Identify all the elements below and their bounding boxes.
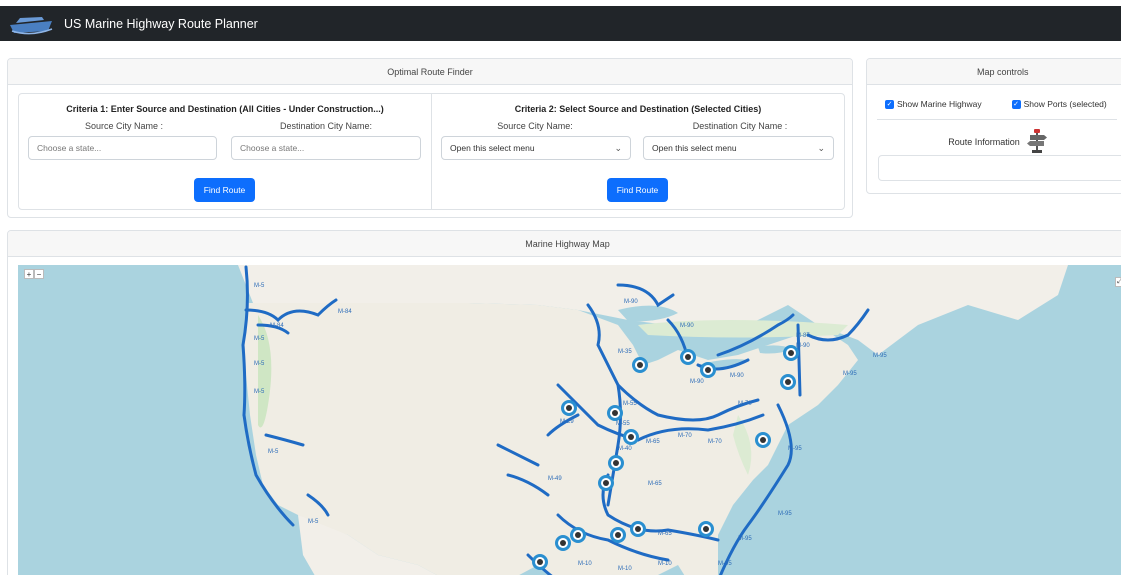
map-controls-card: Map controls ✓ Show Marine Highway ✓ Sho…	[866, 58, 1121, 194]
zoom-controls: + −	[24, 269, 44, 279]
route-label: M-5	[254, 283, 265, 289]
route-finder-header: Optimal Route Finder	[8, 59, 852, 85]
marine-highway-map-card: Marine Highway Map + − ⤢	[7, 230, 1121, 575]
route-label: M-95	[843, 371, 857, 377]
port-marker-icon[interactable]	[610, 527, 626, 543]
route-label: M-55	[623, 401, 637, 407]
port-marker-icon[interactable]	[555, 535, 571, 551]
navbar-bar: US Marine Highway Route Planner	[0, 6, 1121, 41]
route-label: M-90	[730, 373, 744, 379]
criteria2-find-route-button[interactable]: Find Route	[607, 178, 668, 202]
chevron-down-icon: ⌄	[817, 142, 825, 153]
route-label: M-90	[680, 323, 694, 329]
route-label: M-5	[254, 336, 265, 342]
zoom-in-button[interactable]: +	[24, 269, 34, 279]
show-ports-label: Show Ports (selected)	[1023, 99, 1107, 109]
route-finder-card: Optimal Route Finder Criteria 1: Enter S…	[7, 58, 853, 218]
route-information-output[interactable]	[878, 155, 1121, 181]
port-marker-icon[interactable]	[780, 374, 796, 390]
port-marker-icon[interactable]	[700, 362, 716, 378]
top-navbar: US Marine Highway Route Planner	[0, 0, 1121, 43]
route-label: M-90	[796, 343, 810, 349]
criteria2-dest-select[interactable]: Open this select menu ⌄	[643, 136, 834, 160]
port-marker-icon[interactable]	[532, 554, 548, 570]
criteria1-dest-input[interactable]: Choose a state...	[231, 136, 421, 160]
app-title[interactable]: US Marine Highway Route Planner	[64, 17, 258, 31]
route-label: M-70	[678, 433, 692, 439]
route-label: M-90	[624, 299, 638, 305]
route-label: M-84	[338, 309, 352, 315]
criteria1-source-label: Source City Name :	[84, 121, 164, 131]
criteria1-dest-label: Destination City Name:	[279, 121, 373, 131]
map-canvas[interactable]: + − ⤢	[18, 265, 1121, 575]
map-controls-header: Map controls	[867, 59, 1121, 85]
route-label: M-70	[708, 439, 722, 445]
port-marker-icon[interactable]	[680, 349, 696, 365]
route-label: M-55	[616, 421, 630, 427]
route-label: M-10	[658, 561, 672, 567]
show-marine-highway-toggle[interactable]: ✓ Show Marine Highway	[885, 99, 982, 109]
route-label: M-40	[618, 446, 632, 452]
route-label: M-49	[548, 476, 562, 482]
map-controls-toggles: ✓ Show Marine Highway ✓ Show Ports (sele…	[885, 97, 1121, 111]
port-marker-icon[interactable]	[598, 475, 614, 491]
criteria2-panel: Criteria 2: Select Source and Destinatio…	[431, 93, 845, 210]
route-label: M-65	[646, 439, 660, 445]
ship-logo-icon[interactable]	[8, 9, 54, 39]
route-information: Route Information	[867, 129, 1121, 155]
route-label: M-87	[796, 333, 810, 339]
port-marker-icon[interactable]	[561, 400, 577, 416]
zoom-out-button[interactable]: −	[34, 269, 44, 279]
checkbox-checked-icon[interactable]: ✓	[1011, 99, 1021, 109]
criteria1-find-route-button[interactable]: Find Route	[194, 178, 255, 202]
criteria1-panel: Criteria 1: Enter Source and Destination…	[18, 93, 432, 210]
criteria2-title: Criteria 2: Select Source and Destinatio…	[514, 104, 762, 114]
port-marker-icon[interactable]	[608, 455, 624, 471]
route-label: M-84	[270, 323, 284, 329]
criteria2-dest-select-value: Open this select menu	[652, 143, 737, 153]
port-marker-icon[interactable]	[607, 405, 623, 421]
route-label: M-10	[578, 561, 592, 567]
port-marker-icon[interactable]	[632, 357, 648, 373]
show-marine-highway-label: Show Marine Highway	[897, 99, 982, 109]
port-marker-icon[interactable]	[698, 521, 714, 537]
divider	[877, 119, 1117, 120]
signpost-icon	[1026, 129, 1048, 155]
route-label: M-65	[658, 531, 672, 537]
route-label: M-70	[738, 401, 752, 407]
criteria2-source-select-value: Open this select menu	[450, 143, 535, 153]
criteria1-title: Criteria 1: Enter Source and Destination…	[66, 104, 384, 114]
fullscreen-icon[interactable]: ⤢	[1115, 277, 1121, 287]
route-label: M-5	[254, 361, 265, 367]
route-label: M-95	[873, 353, 887, 359]
route-label: M-95	[718, 561, 732, 567]
port-marker-icon[interactable]	[623, 429, 639, 445]
route-information-label: Route Information	[948, 137, 1020, 147]
route-label: M-65	[648, 481, 662, 487]
route-label: M-35	[618, 349, 632, 355]
criteria2-source-label: Source City Name:	[497, 121, 573, 131]
port-marker-icon[interactable]	[570, 527, 586, 543]
route-label: M-5	[268, 449, 279, 455]
port-marker-icon[interactable]	[630, 521, 646, 537]
route-label: M-5	[308, 519, 319, 525]
route-label: M-90	[690, 379, 704, 385]
route-label: M-95	[788, 446, 802, 452]
route-label: M-29	[560, 419, 574, 425]
route-label: M-10	[618, 566, 632, 572]
map-svg: M-5 M-5 M-5 M-5 M-84 M-84 M-5 M-90 M-90 …	[238, 265, 1068, 575]
criteria1-source-input[interactable]: Choose a state...	[28, 136, 217, 160]
route-label: M-5	[254, 389, 265, 395]
show-ports-toggle[interactable]: ✓ Show Ports (selected)	[1011, 99, 1107, 109]
route-label: M-95	[778, 511, 792, 517]
checkbox-checked-icon[interactable]: ✓	[885, 99, 894, 109]
route-label: M-95	[738, 536, 752, 542]
port-marker-icon[interactable]	[755, 432, 771, 448]
criteria2-source-select[interactable]: Open this select menu ⌄	[441, 136, 631, 160]
chevron-down-icon: ⌄	[614, 142, 622, 153]
criteria2-dest-label: Destination City Name :	[692, 121, 788, 131]
map-header: Marine Highway Map	[8, 231, 1121, 257]
